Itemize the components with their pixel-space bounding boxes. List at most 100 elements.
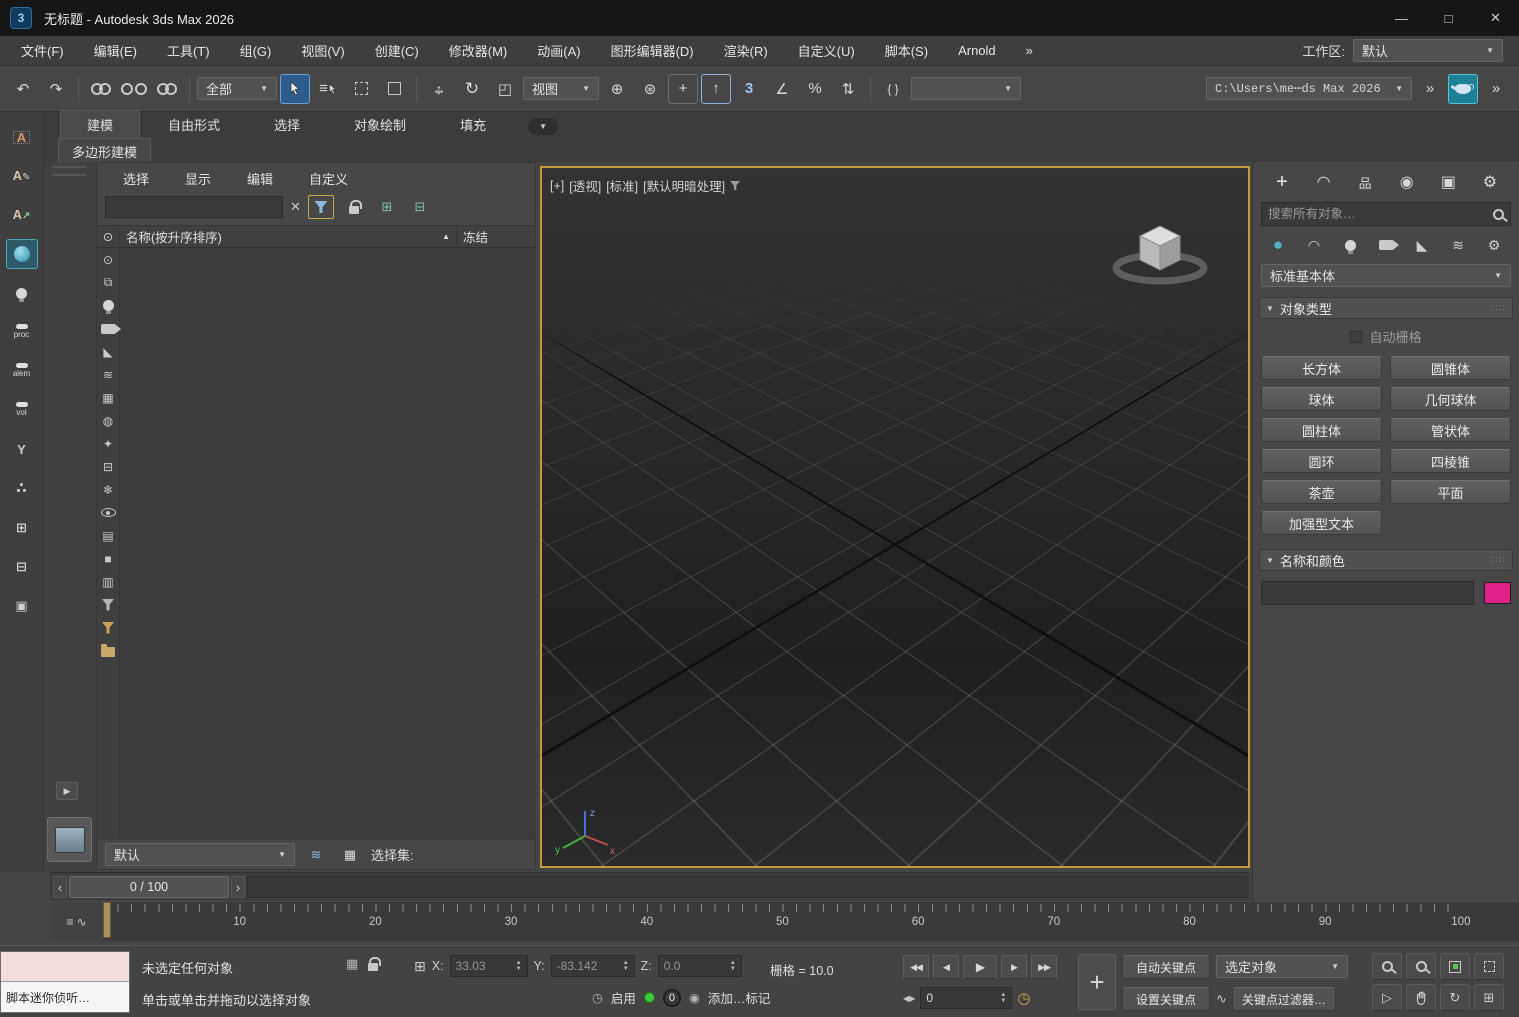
track-bar-ruler[interactable]: 102030405060708090100: [104, 902, 1461, 941]
filter-containers-icon[interactable]: ⊟: [100, 459, 117, 474]
unlink-selection-button[interactable]: [119, 74, 149, 104]
add-time-tag-label[interactable]: 添加…标记: [708, 988, 771, 1007]
object-name-input[interactable]: [1261, 581, 1474, 605]
selection-filter-combo[interactable]: 全部 ▼: [197, 77, 277, 100]
menu-tools[interactable]: 工具(T): [152, 41, 225, 60]
undo-button[interactable]: ↶: [8, 74, 38, 104]
window-tile-button[interactable]: ▣: [6, 590, 38, 620]
container-button[interactable]: ⊞: [6, 512, 38, 542]
rectangular-selection-region-button[interactable]: [346, 74, 376, 104]
object-type-button[interactable]: 圆环: [1261, 449, 1382, 473]
subcategory-combo[interactable]: 标准基本体 ▼: [1261, 264, 1511, 287]
viewport-layout-tab[interactable]: [47, 817, 92, 862]
biped-button[interactable]: Y: [6, 434, 38, 464]
layer-grid-button[interactable]: ▦: [337, 843, 363, 867]
zoom-extents-button[interactable]: [1440, 953, 1470, 980]
isolate-selection-icon[interactable]: ▦: [346, 956, 358, 972]
ribbon-tab-modeling[interactable]: 建模: [60, 110, 140, 138]
maximize-button[interactable]: □: [1425, 0, 1472, 36]
category-helpers-button[interactable]: ◣: [1409, 234, 1435, 256]
zoom-button[interactable]: [1372, 953, 1402, 980]
minimize-button[interactable]: —: [1378, 0, 1425, 36]
absolute-mode-icon[interactable]: ⊞: [414, 958, 426, 975]
viewport-general-menu[interactable]: [+]: [550, 179, 564, 193]
arnold-procedural-button[interactable]: proc: [6, 317, 38, 347]
select-and-rotate-button[interactable]: ↻: [457, 74, 487, 104]
filter-spacewarps-icon[interactable]: ≋: [100, 367, 117, 382]
column-icon-header[interactable]: ⊙: [97, 229, 120, 244]
ribbon-tab-populate[interactable]: 填充: [434, 111, 512, 138]
viewport-renderer-menu[interactable]: [标准]: [606, 176, 638, 195]
go-to-end-button[interactable]: ▶▶: [1031, 955, 1057, 979]
folder-icon[interactable]: [100, 643, 117, 658]
light-tool-button[interactable]: [6, 278, 38, 308]
zoom-all-button[interactable]: [1406, 953, 1436, 980]
filter-cameras-icon[interactable]: [100, 321, 117, 336]
viewport-pov-menu[interactable]: [透视]: [569, 176, 601, 195]
explorer-menu-display[interactable]: 显示: [167, 169, 229, 188]
percent-snap-toggle[interactable]: %: [800, 74, 830, 104]
select-object-button[interactable]: [280, 74, 310, 104]
z-coordinate-field[interactable]: 0.0 ▲▼: [658, 955, 742, 977]
previous-frame-arrow[interactable]: ‹: [53, 876, 67, 898]
text-tool-grid-button[interactable]: A: [6, 122, 38, 152]
clear-search-icon[interactable]: ✕: [290, 199, 301, 215]
enable-indicator-dot[interactable]: [644, 992, 655, 1003]
macro-recorder-line[interactable]: [1, 952, 129, 982]
x-coordinate-field[interactable]: 33.03 ▲▼: [450, 955, 528, 977]
arnold-volume-button[interactable]: vol: [6, 395, 38, 425]
scene-object-list[interactable]: [120, 248, 535, 839]
spinner-snap-toggle[interactable]: ⇅: [833, 74, 863, 104]
object-type-button[interactable]: 圆柱体: [1261, 418, 1382, 442]
named-selection-sets-combo[interactable]: ▼: [911, 77, 1021, 100]
redo-button[interactable]: ↷: [41, 74, 71, 104]
filter-all-icon[interactable]: ⊙: [100, 252, 117, 267]
object-type-button[interactable]: 四棱锥: [1390, 449, 1511, 473]
time-configuration-icon[interactable]: ◷: [1017, 989, 1030, 1007]
y-coordinate-field[interactable]: -83.142 ▲▼: [551, 955, 635, 977]
name-color-rollout-header[interactable]: ▼ 名称和颜色 ∷∷: [1259, 549, 1513, 571]
menu-views[interactable]: 视图(V): [286, 41, 359, 60]
tab-modify[interactable]: ◠: [1311, 170, 1337, 194]
key-mode-toggle-icon[interactable]: ◀▶: [903, 994, 915, 1003]
snap-3d-toggle[interactable]: 3: [734, 74, 764, 104]
set-key-button[interactable]: 设置关键点: [1122, 987, 1210, 1011]
snaps-toggle[interactable]: ↑: [701, 74, 731, 104]
key-filters-button[interactable]: 关键点过滤器…: [1232, 987, 1336, 1011]
object-color-swatch[interactable]: [1484, 582, 1511, 604]
filter-bones-icon[interactable]: ✦: [100, 436, 117, 451]
tab-hierarchy[interactable]: 品: [1352, 170, 1378, 194]
auto-key-button[interactable]: 自动关键点: [1122, 955, 1210, 979]
maximize-viewport-button[interactable]: ⊞: [1474, 984, 1504, 1011]
menu-customize[interactable]: 自定义(U): [783, 41, 870, 60]
layout-expand-button[interactable]: ▶: [56, 782, 78, 800]
ribbon-tab-object-paint[interactable]: 对象绘制: [328, 111, 432, 138]
maxscript-mini-listener[interactable]: 脚本迷你侦听…: [0, 951, 130, 1013]
explorer-preset-combo[interactable]: 默认 ▼: [105, 843, 295, 866]
counter-badge[interactable]: 0: [663, 989, 681, 1007]
filter-helpers-icon[interactable]: ◣: [100, 344, 117, 359]
explorer-menu-customize[interactable]: 自定义: [291, 169, 366, 188]
menu-rendering[interactable]: 渲染(R): [709, 41, 783, 60]
selection-lock-icon[interactable]: [368, 963, 378, 971]
menu-scripting[interactable]: 脚本(S): [870, 41, 943, 60]
advanced-filter-icon[interactable]: [100, 597, 117, 612]
ribbon-tab-freeform[interactable]: 自由形式: [142, 111, 246, 138]
toolbar-overflow-button[interactable]: »: [1415, 74, 1445, 104]
keyboard-override-toggle[interactable]: +: [668, 74, 698, 104]
pan-button[interactable]: [1406, 984, 1436, 1011]
set-keys-button[interactable]: +: [1078, 954, 1116, 1010]
filter-influences-icon[interactable]: ◍: [100, 413, 117, 428]
explorer-lock-button[interactable]: [341, 195, 367, 219]
object-type-button[interactable]: 管状体: [1390, 418, 1511, 442]
menu-overflow-icon[interactable]: »: [1011, 43, 1048, 58]
display-list-icon[interactable]: ▤: [100, 528, 117, 543]
selected-objects-combo[interactable]: 选定对象 ▼: [1216, 955, 1348, 978]
current-frame-field[interactable]: 0 ▲▼: [920, 987, 1012, 1009]
category-shapes-button[interactable]: ◠: [1301, 234, 1327, 256]
viewport-filter-icon[interactable]: [730, 181, 740, 190]
text-tool-export-button[interactable]: A↗: [6, 200, 38, 230]
menu-animation[interactable]: 动画(A): [522, 41, 595, 60]
spinner-icon[interactable]: ▲▼: [623, 960, 629, 972]
object-type-rollout-header[interactable]: ▼ 对象类型 ∷∷: [1259, 297, 1513, 319]
